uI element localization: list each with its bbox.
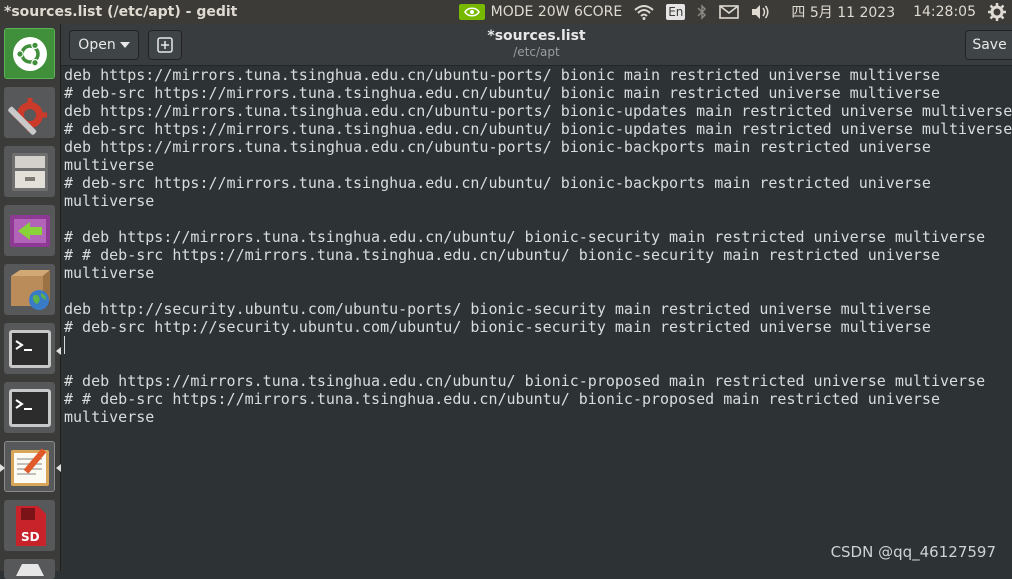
save-button-label: Save — [972, 37, 1007, 53]
keyboard-indicator[interactable]: En — [660, 0, 691, 24]
svg-text:SD: SD — [21, 530, 40, 544]
file-cabinet-icon — [11, 152, 48, 191]
indicator-area: MODE 20W 6CORE En 四 5月 11 2023 14:28:05 — [453, 0, 1012, 24]
bluetooth-icon — [697, 4, 707, 20]
purple-arrow-icon — [9, 214, 50, 247]
keyboard-layout-badge: En — [666, 4, 686, 20]
top-panel: *sources.list (/etc/apt) - gedit MODE 20… — [0, 0, 1012, 24]
editor-line: multiverse — [64, 192, 155, 210]
launcher-terminal-button[interactable] — [4, 323, 55, 374]
editor-line: multiverse — [64, 408, 155, 426]
editor-line: # deb-src https://mirrors.tuna.tsinghua.… — [64, 120, 1012, 138]
text-editor-icon — [10, 447, 49, 486]
clock-label: 14:28:05 — [913, 4, 976, 20]
document-path: /etc/apt — [513, 45, 560, 59]
launcher-dash-button[interactable] — [4, 28, 55, 79]
editor-line: # deb https://mirrors.tuna.tsinghua.edu.… — [64, 372, 986, 390]
header-bar: Open *sources.list /etc/apt Save — [61, 24, 1012, 66]
clock-indicator[interactable]: 14:28:05 — [901, 0, 982, 24]
partial-app-icon — [15, 564, 44, 576]
document-title: *sources.list — [487, 28, 586, 44]
editor-line: # # deb-src https://mirrors.tuna.tsinghu… — [64, 390, 940, 408]
window-title: *sources.list (/etc/apt) - gedit — [4, 4, 238, 20]
launcher-software-button[interactable] — [4, 264, 55, 315]
watermark: CSDN @qq_46127597 — [830, 543, 996, 561]
editor-line: multiverse — [64, 264, 155, 282]
editor-line: # deb-src http://security.ubuntu.com/ubu… — [64, 318, 931, 336]
settings-gear-icon — [988, 3, 1006, 21]
editor-line: # deb-src https://mirrors.tuna.tsinghua.… — [64, 84, 940, 102]
nvidia-icon — [458, 4, 485, 20]
volume-indicator[interactable] — [745, 0, 777, 24]
wifi-icon — [634, 5, 654, 20]
package-globe-icon — [10, 269, 50, 310]
launcher-sd-card-button[interactable]: SD — [4, 500, 55, 551]
mail-icon — [719, 5, 740, 19]
terminal-icon — [8, 388, 51, 427]
bluetooth-indicator[interactable] — [691, 0, 713, 24]
nvidia-indicator[interactable]: MODE 20W 6CORE — [453, 0, 629, 24]
text-editor-area[interactable]: deb https://mirrors.tuna.tsinghua.edu.cn… — [61, 66, 1012, 571]
launcher-updater-button[interactable] — [4, 205, 55, 256]
wifi-indicator[interactable] — [628, 0, 660, 24]
editor-line: # deb-src https://mirrors.tuna.tsinghua.… — [64, 174, 931, 192]
editor-line: # # deb-src https://mirrors.tuna.tsinghu… — [64, 246, 940, 264]
text-cursor — [64, 336, 65, 354]
settings-tools-icon — [7, 97, 47, 135]
volume-icon — [752, 5, 769, 19]
launcher-text-editor-button[interactable] — [4, 441, 55, 492]
date-indicator[interactable]: 四 5月 11 2023 — [777, 0, 901, 24]
editor-line: deb https://mirrors.tuna.tsinghua.edu.cn… — [64, 138, 931, 156]
editor-line: deb http://security.ubuntu.com/ubuntu-po… — [64, 300, 931, 318]
editor-line: deb https://mirrors.tuna.tsinghua.edu.cn… — [64, 66, 940, 84]
launcher: SD — [0, 24, 61, 579]
launcher-more-button[interactable] — [4, 559, 55, 579]
sd-card-icon: SD — [15, 505, 46, 546]
launcher-system-settings-button[interactable] — [4, 87, 55, 138]
power-mode-label: MODE 20W 6CORE — [490, 4, 623, 20]
launcher-terminal-button-2[interactable] — [4, 382, 55, 433]
editor-line: # deb https://mirrors.tuna.tsinghua.edu.… — [64, 228, 986, 246]
mail-indicator[interactable] — [713, 0, 745, 24]
focused-indicator — [0, 464, 5, 472]
ubuntu-logo-icon — [12, 36, 47, 71]
terminal-icon — [8, 329, 51, 368]
editor-line: deb https://mirrors.tuna.tsinghua.edu.cn… — [64, 102, 1012, 120]
session-indicator[interactable] — [982, 0, 1012, 24]
save-button[interactable]: Save — [965, 30, 1012, 60]
date-label: 四 5月 11 2023 — [791, 5, 896, 21]
editor-line: multiverse — [64, 156, 155, 174]
editor-content[interactable]: deb https://mirrors.tuna.tsinghua.edu.cn… — [61, 66, 1012, 426]
launcher-files-button[interactable] — [4, 146, 55, 197]
